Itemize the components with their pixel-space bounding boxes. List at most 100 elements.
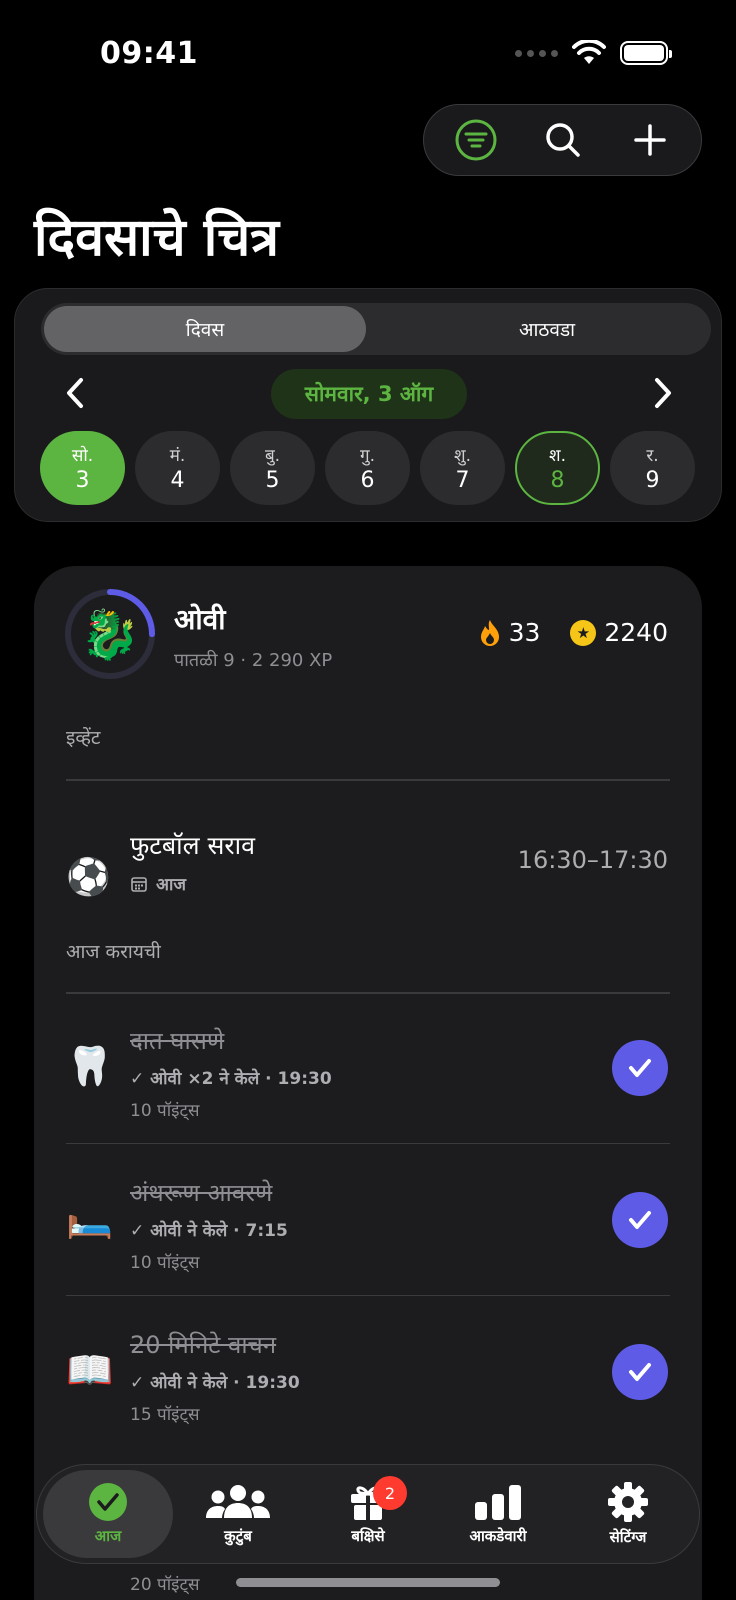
prev-day-button[interactable] — [55, 373, 95, 413]
day-name: बु. — [264, 446, 281, 466]
people-icon — [206, 1485, 270, 1518]
filter-icon — [455, 119, 496, 161]
toggle-week[interactable]: आठवडा — [386, 306, 708, 352]
task-row[interactable]: 📖 20 मिनिटे वाचन ✓ ओवी ने केले · 19:30 1… — [34, 1298, 702, 1448]
task-points: 15 पॉइंट्स — [130, 1405, 200, 1425]
wifi-icon — [572, 40, 606, 64]
tab-label: बक्षिसे — [351, 1527, 385, 1545]
battery-icon — [620, 41, 672, 65]
task-done-info: ✓ ओवी ×2 ने केले · 19:30 — [130, 1069, 332, 1089]
day-number: 7 — [455, 468, 470, 493]
page-title: दिवसाचे चित्र — [34, 208, 279, 268]
tab-bar: आज कुटुंब 2 बक्षिसे आकडेवारी सेटिंग्ज — [36, 1464, 700, 1564]
star-coin-icon: ★ — [570, 619, 597, 646]
streak-stat: 33 — [479, 618, 541, 647]
dragon-icon: 🐉 — [80, 606, 140, 663]
tooth-icon: 🦷 — [66, 1044, 114, 1088]
flame-icon — [480, 619, 499, 646]
filter-button[interactable] — [448, 112, 504, 168]
task-checkbox[interactable] — [612, 1344, 668, 1400]
status-time: 09:41 — [100, 36, 198, 71]
plus-icon — [633, 124, 666, 156]
gear-icon — [608, 1482, 648, 1522]
task-checkbox[interactable] — [612, 1040, 668, 1096]
tab-label: सेटिंग्ज — [609, 1528, 647, 1546]
divider — [66, 779, 670, 781]
checkmark-circle-icon — [89, 1483, 127, 1521]
day-name: गु. — [360, 446, 375, 466]
checkmark-icon — [629, 1211, 651, 1229]
toggle-day[interactable]: दिवस — [44, 306, 366, 352]
task-title: दात घासणे — [130, 1027, 225, 1055]
profile-level: पातळी 9 · 2 290 XP — [174, 650, 333, 671]
day-chip[interactable]: सो. 3 — [40, 431, 125, 505]
coins-stat: ★ 2240 — [570, 618, 668, 647]
current-date[interactable]: सोमवार, 3 ऑग — [271, 369, 467, 419]
task-row[interactable]: 🛏️ अंथरूण आवरणे ✓ ओवी ने केले · 7:15 10 … — [34, 1146, 702, 1296]
profile-stats: 33 ★ 2240 — [479, 618, 668, 647]
next-day-button[interactable] — [643, 373, 683, 413]
avatar[interactable]: 🐉 — [74, 598, 146, 670]
bar-chart-icon — [475, 1485, 521, 1520]
task-title: 20 मिनिटे वाचन — [130, 1331, 277, 1359]
task-done-info: ✓ ओवी ने केले · 19:30 — [130, 1373, 300, 1393]
cellular-icon — [515, 49, 558, 57]
streak-count: 33 — [508, 618, 541, 647]
day-number: 9 — [645, 468, 660, 493]
checkmark-icon — [629, 1059, 651, 1077]
todo-section-label: आज करायची — [66, 941, 161, 963]
day-chip[interactable]: गु. 6 — [325, 431, 410, 505]
chevron-right-icon — [655, 378, 671, 408]
day-name: शु. — [454, 446, 471, 466]
status-icons — [515, 40, 672, 66]
day-name: श. — [549, 446, 566, 466]
chevron-left-icon — [67, 378, 83, 408]
search-button[interactable] — [535, 112, 591, 168]
tab-settings[interactable]: सेटिंग्ज — [563, 1470, 693, 1558]
coin-count: 2240 — [604, 618, 668, 647]
soccer-ball-icon: ⚽ — [66, 857, 111, 898]
day-chip-selected[interactable]: श. 8 — [515, 431, 600, 505]
tab-family[interactable]: कुटुंब — [173, 1470, 303, 1558]
event-date-label: आज — [156, 875, 186, 895]
event-time: 16:30–17:30 — [517, 846, 668, 874]
day-number: 4 — [170, 468, 185, 493]
task-checkbox[interactable] — [612, 1192, 668, 1248]
top-actions-bar — [423, 104, 702, 176]
day-name: मं. — [169, 446, 186, 466]
day-chip[interactable]: र. 9 — [610, 431, 695, 505]
tab-rewards[interactable]: 2 बक्षिसे — [303, 1470, 433, 1558]
book-icon: 📖 — [66, 1348, 114, 1392]
day-chip[interactable]: मं. 4 — [135, 431, 220, 505]
day-number: 6 — [360, 468, 375, 493]
events-section-label: इव्हेंट — [66, 727, 101, 749]
day-strip: सो. 3 मं. 4 बु. 5 गु. 6 शु. 7 श. 8 र. 9 — [40, 431, 695, 505]
task-title: अंथरूण आवरणे — [130, 1179, 273, 1207]
task-points: 10 पॉइंट्स — [130, 1101, 200, 1121]
event-title: फुटबॉल सराव — [130, 831, 256, 860]
task-done-info: ✓ ओवी ने केले · 7:15 — [130, 1221, 288, 1241]
day-number: 5 — [265, 468, 280, 493]
view-toggle: दिवस आठवडा — [41, 303, 711, 355]
tab-today[interactable]: आज — [43, 1470, 173, 1558]
day-chip[interactable]: शु. 7 — [420, 431, 505, 505]
bed-icon: 🛏️ — [66, 1196, 114, 1240]
divider — [66, 1142, 670, 1144]
checkmark-icon — [629, 1363, 651, 1381]
day-number: 8 — [550, 468, 565, 493]
task-points: 10 पॉइंट्स — [130, 1253, 200, 1273]
task-row[interactable]: 🦷 दात घासणे ✓ ओवी ×2 ने केले · 19:30 10 … — [34, 994, 702, 1144]
task-points-peek: 20 पॉइंट्स — [130, 1575, 200, 1595]
calendar-card: दिवस आठवडा सोमवार, 3 ऑग सो. 3 मं. 4 बु. 5 ग… — [14, 288, 722, 522]
day-name: सो. — [71, 446, 94, 466]
event-date: आज — [130, 872, 186, 895]
day-card: 🐉 ओवी पातळी 9 · 2 290 XP 33 ★ 2240 इव्हे… — [34, 566, 702, 1600]
home-indicator — [236, 1578, 500, 1587]
tab-label: आकडेवारी — [469, 1527, 527, 1545]
day-chip[interactable]: बु. 5 — [230, 431, 315, 505]
divider — [66, 1294, 670, 1296]
day-name: र. — [646, 446, 659, 466]
tab-stats[interactable]: आकडेवारी — [433, 1470, 563, 1558]
add-button[interactable] — [622, 112, 678, 168]
profile-name: ओवी — [174, 603, 226, 636]
